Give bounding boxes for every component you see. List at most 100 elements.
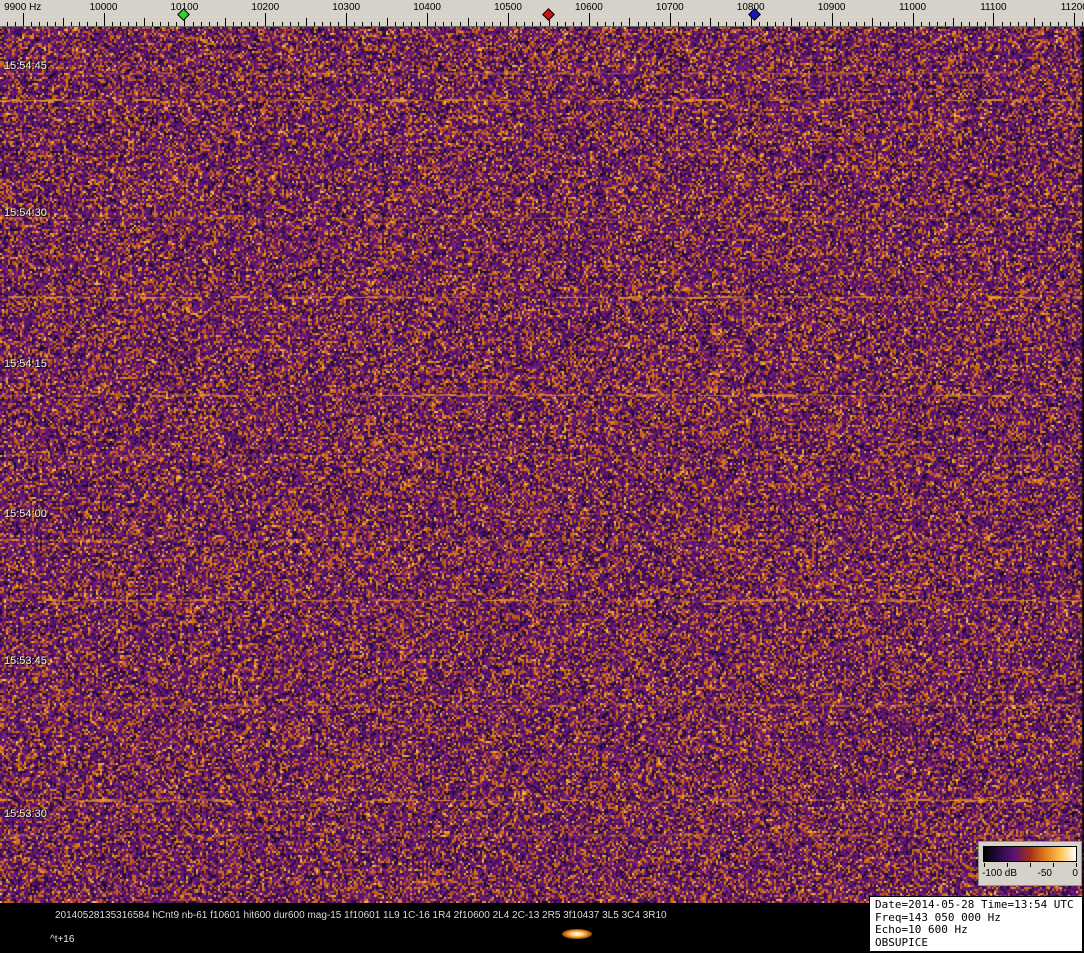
freq-tick [451, 22, 453, 26]
freq-tick [775, 22, 776, 26]
freq-tick [6, 22, 8, 26]
freq-tick [823, 22, 825, 26]
freq-tick [30, 22, 32, 26]
freq-tick [645, 22, 647, 26]
freq-tick [734, 22, 736, 26]
freq-tick [168, 22, 170, 26]
freq-label: 11200 [1060, 2, 1084, 13]
freq-tick [241, 22, 243, 26]
colorbar-labels: -100 dB -50 0 [982, 868, 1078, 879]
freq-tick [419, 22, 420, 26]
freq-tick [402, 22, 404, 26]
info-date-time: Date=2014-05-28 Time=13:54 UTC [875, 898, 1074, 911]
freq-tick [758, 22, 760, 26]
freq-tick [969, 22, 971, 26]
freq-tick [491, 22, 493, 26]
time-label: 15:53:45 [4, 655, 47, 667]
freq-tick [249, 22, 251, 26]
freq-tick [71, 22, 73, 26]
freq-tick [904, 22, 906, 26]
freq-tick [718, 22, 720, 26]
freq-tick [508, 13, 509, 26]
freq-tick [977, 22, 979, 26]
colorbar-gradient [983, 846, 1077, 862]
freq-tick [653, 22, 655, 26]
freq-tick [621, 22, 623, 26]
freq-tick [38, 22, 40, 26]
freq-tick [661, 22, 663, 26]
status-line: 20140528135316584 hCnt9 nb-61 f10601 hit… [55, 910, 667, 921]
freq-tick [726, 22, 728, 26]
freq-tick [532, 22, 534, 26]
freq-tick [580, 22, 582, 26]
freq-tick [993, 13, 995, 26]
freq-label: 10300 [332, 2, 361, 13]
freq-tick [1066, 22, 1068, 26]
freq-tick [783, 22, 785, 26]
freq-tick [556, 22, 558, 26]
freq-tick [677, 22, 679, 26]
freq-label: 10200 [251, 2, 280, 13]
freq-tick [912, 13, 914, 26]
freq-tick [378, 22, 380, 26]
echo-blob [562, 929, 592, 939]
freq-tick [386, 18, 388, 26]
freq-tick [192, 22, 194, 26]
freq-tick [766, 22, 768, 26]
freq-tick [354, 22, 356, 26]
app-root: 9900 Hz 10000 10100 10200 10300 10400 10500 106… [0, 0, 1084, 953]
freq-tick [1017, 22, 1019, 26]
freq-tick [370, 22, 372, 26]
freq-tick [443, 22, 445, 26]
freq-label: 11100 [980, 2, 1007, 13]
freq-tick [928, 22, 930, 26]
time-label: 15:54:30 [4, 207, 47, 219]
freq-tick [200, 22, 202, 26]
freq-tick [265, 13, 267, 26]
freq-tick [160, 22, 162, 26]
freq-tick [305, 18, 307, 26]
freq-tick [516, 22, 518, 26]
freq-tick [127, 22, 129, 26]
freq-tick [629, 18, 631, 26]
freq-tick [702, 22, 704, 26]
freq-tick [880, 22, 882, 26]
freq-tick [1082, 22, 1084, 26]
freq-tick [322, 22, 323, 26]
freq-tick [613, 22, 615, 26]
freq-tick [281, 22, 283, 26]
freq-tick [475, 22, 477, 26]
freq-tick [435, 22, 437, 26]
freq-tick [540, 22, 542, 26]
colorbar-label-mid: -50 [1037, 868, 1052, 879]
freq-tick [483, 22, 485, 26]
freq-tick [961, 22, 962, 26]
freq-tick [224, 18, 226, 26]
intensity-scale-legend: -100 dB -50 0 [978, 841, 1082, 886]
freq-tick [1025, 22, 1027, 26]
freq-tick [669, 13, 671, 26]
info-echo: Echo=10 600 Hz [875, 923, 968, 936]
freq-tick [273, 22, 275, 26]
freq-label: 10500 [494, 2, 522, 13]
freq-tick [216, 22, 218, 26]
freq-tick [694, 22, 696, 26]
freq-tick [855, 22, 857, 26]
freq-tick [1058, 22, 1060, 26]
freq-tick [330, 22, 332, 26]
freq-tick [864, 22, 865, 26]
colorbar-label-min: -100 dB [982, 868, 1018, 879]
freq-tick [111, 22, 113, 26]
freq-tick [597, 22, 598, 26]
frequency-ruler[interactable]: 9900 Hz 10000 10100 10200 10300 10400 10500 106… [0, 0, 1084, 27]
freq-tick [807, 22, 809, 26]
time-label: 15:54:00 [4, 508, 47, 520]
spectrogram-canvas[interactable] [0, 27, 1084, 903]
cursor-time-label: ^t+16 [50, 934, 75, 945]
freq-marker-red[interactable] [541, 8, 555, 21]
colorbar-tick [1076, 863, 1077, 867]
freq-tick [742, 22, 744, 26]
freq-tick [815, 22, 817, 26]
freq-tick [79, 22, 81, 26]
freq-tick [605, 22, 607, 26]
